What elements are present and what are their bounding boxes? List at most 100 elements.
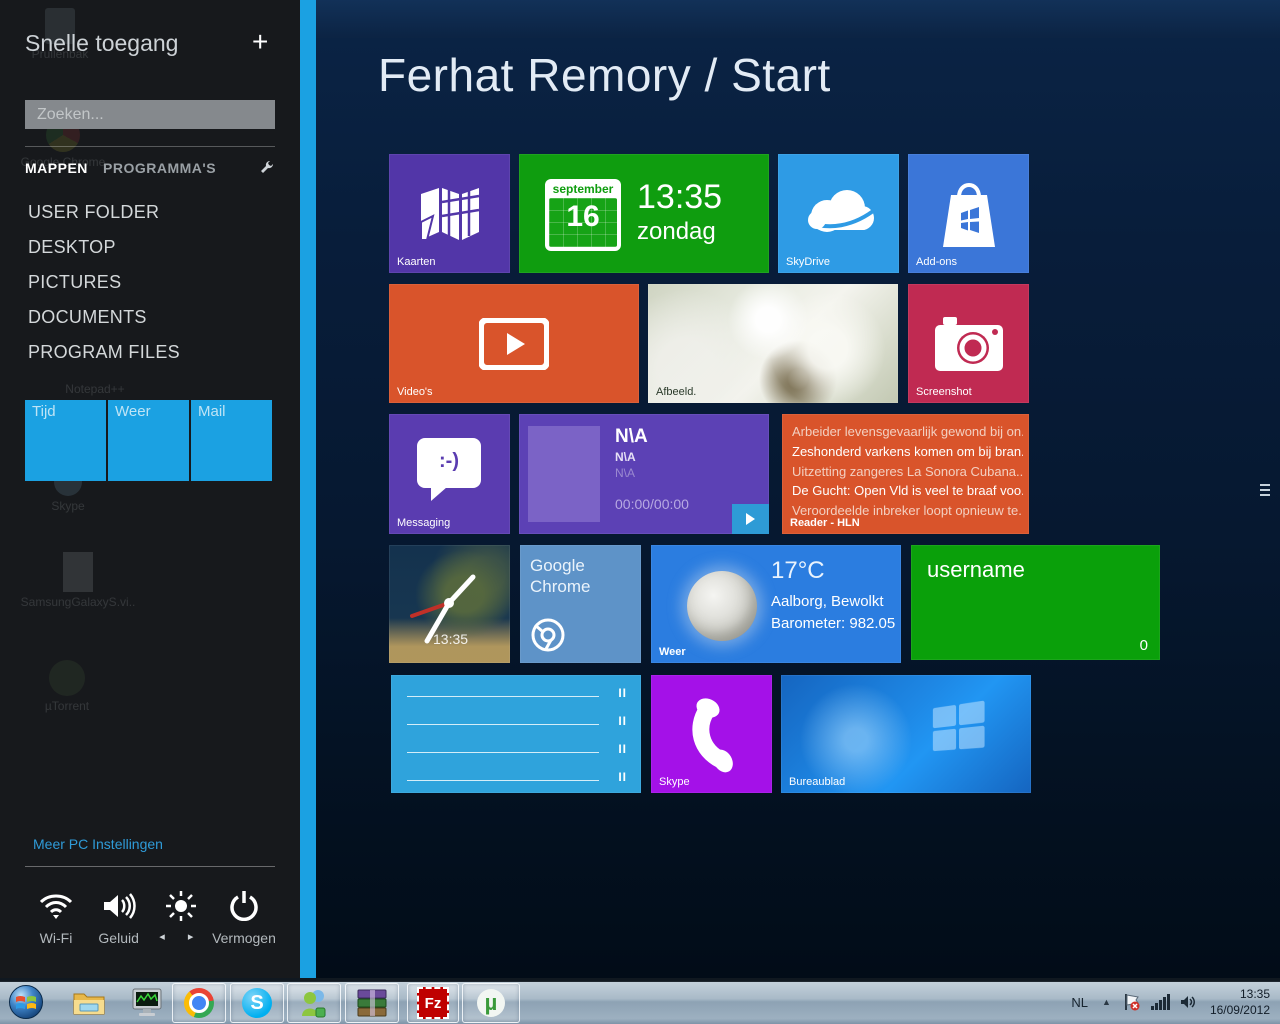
taskbar-chrome-button[interactable]	[172, 983, 226, 1023]
tile-bureaublad[interactable]: Bureaublad	[781, 675, 1031, 793]
progress-line	[407, 696, 599, 697]
more-pc-settings-link[interactable]: Meer PC Instellingen	[33, 836, 163, 852]
pause-icon[interactable]: II	[618, 742, 627, 756]
tile-google-chrome[interactable]: Google Chrome	[520, 545, 641, 663]
language-indicator[interactable]: NL	[1071, 995, 1088, 1010]
music-time: 00:00/00:00	[615, 496, 689, 512]
tray-time: 13:35	[1210, 986, 1270, 1002]
page-title: Ferhat Remory / Start	[378, 48, 831, 102]
news-headlines: Arbeider levensgevaarlijk gewond bij on.…	[792, 422, 1023, 521]
tile-username[interactable]: username 0	[911, 545, 1160, 660]
taskbar-system-monitor-button[interactable]	[124, 983, 170, 1021]
search-input[interactable]	[25, 100, 275, 129]
album-art-placeholder	[528, 426, 600, 522]
quick-access-sidebar: Prullenbak Google Chrome Notepad++ Skype…	[0, 0, 301, 978]
tile-skydrive[interactable]: SkyDrive	[778, 154, 899, 273]
taskbar-skype-button[interactable]: S	[230, 983, 284, 1023]
power-control[interactable]: Vermogen	[213, 888, 275, 946]
sidebar-title: Snelle toegang	[25, 30, 178, 57]
start-button[interactable]	[6, 983, 46, 1021]
start-screen-edge-strip[interactable]	[300, 0, 316, 978]
filezilla-icon: Fz	[417, 987, 449, 1019]
volume-tray-icon[interactable]	[1180, 994, 1196, 1010]
weather-barometer: Barometer: 982.05	[771, 615, 895, 632]
tile-clock[interactable]: 13:35	[389, 545, 510, 663]
hidden-icons-arrow[interactable]: ▲	[1102, 997, 1111, 1007]
messenger-icon	[298, 988, 330, 1018]
brightness-control[interactable]: ◂ ▸	[150, 888, 212, 946]
tile-label: Skype	[659, 776, 690, 788]
weather-temperature: 17°C	[771, 557, 825, 585]
volume-control[interactable]: Geluid	[88, 888, 150, 946]
tile-messaging[interactable]: :-) Messaging	[389, 414, 510, 534]
wifi-icon	[39, 888, 73, 924]
action-center-flag-icon[interactable]	[1123, 993, 1141, 1011]
tile-weer[interactable]: 17°C Aalborg, Bewolkt Barometer: 982.05 …	[651, 545, 901, 663]
mini-tile-weer[interactable]: Weer	[108, 400, 189, 481]
clock-time: 13:35	[433, 631, 468, 647]
tile-afbeeldingen[interactable]: Afbeeld.	[648, 284, 898, 403]
wrench-icon[interactable]	[260, 160, 274, 174]
mini-tile-mail[interactable]: Mail	[191, 400, 272, 481]
taskbar-messenger-button[interactable]	[287, 983, 341, 1023]
pause-icon[interactable]: II	[618, 714, 627, 728]
windows-logo-icon	[933, 702, 988, 752]
pause-icon[interactable]: II	[618, 770, 627, 784]
tile-reader[interactable]: Arbeider levensgevaarlijk gewond bij on.…	[782, 414, 1029, 534]
moon-icon	[687, 571, 757, 641]
splitter-grip-right[interactable]	[1260, 484, 1270, 496]
tile-videos[interactable]: Video's	[389, 284, 639, 403]
clock-tray[interactable]: 13:35 16/09/2012	[1210, 986, 1270, 1018]
pause-icon[interactable]: II	[618, 686, 627, 700]
progress-line	[407, 780, 599, 781]
tile-label: Video's	[397, 386, 433, 398]
sidebar-item-user-folder[interactable]: USER FOLDER	[28, 202, 159, 223]
tile-label: Afbeeld.	[656, 386, 696, 398]
tile-screenshot[interactable]: Screenshot	[908, 284, 1029, 403]
taskbar-utorrent-button[interactable]: µ	[462, 983, 520, 1023]
system-monitor-icon	[130, 987, 164, 1017]
play-button[interactable]	[732, 504, 769, 534]
tile-label: Bureaublad	[789, 776, 845, 788]
progress-line	[407, 752, 599, 753]
tile-label: Add-ons	[916, 256, 957, 268]
brightness-arrows[interactable]: ◂ ▸	[159, 930, 203, 943]
taskbar-winrar-button[interactable]	[345, 983, 399, 1023]
tile-kaarten[interactable]: Kaarten	[389, 154, 510, 273]
headline: De Gucht: Open Vld is veel te braaf voo.…	[792, 481, 1023, 501]
tile-label: Weer	[659, 646, 686, 658]
sidebar-item-pictures[interactable]: PICTURES	[28, 272, 121, 293]
headline: Zeshonderd varkens komen om bij bran...	[792, 442, 1023, 462]
taskbar-explorer-button[interactable]	[66, 983, 112, 1021]
tile-calendar[interactable]: september 16 13:35 zondag	[519, 154, 769, 273]
utorrent-icon: µ	[477, 989, 505, 1017]
brightness-sun-icon	[166, 888, 196, 924]
mini-tile-tijd[interactable]: Tijd	[25, 400, 106, 481]
tile-downloads[interactable]: II II II II	[391, 675, 641, 793]
smiley-text: :-)	[417, 450, 481, 473]
sidebar-item-desktop[interactable]: DESKTOP	[28, 237, 116, 258]
sidebar-item-documents[interactable]: DOCUMENTS	[28, 307, 147, 328]
divider	[25, 146, 275, 147]
taskbar-filezilla-button[interactable]: Fz	[407, 983, 459, 1023]
tab-programmas[interactable]: PROGRAMMA'S	[103, 160, 216, 176]
wifi-control[interactable]: Wi-Fi	[25, 888, 87, 946]
network-signal-icon[interactable]	[1151, 994, 1170, 1010]
speaker-icon	[102, 888, 136, 924]
tab-mappen[interactable]: MAPPEN	[25, 160, 88, 176]
play-icon	[746, 513, 755, 525]
tile-addons[interactable]: Add-ons	[908, 154, 1029, 273]
tile-music[interactable]: N\A N\A N\A 00:00/00:00	[519, 414, 769, 534]
music-title: N\A	[615, 426, 648, 448]
username-count: 0	[1140, 637, 1148, 654]
divider	[25, 866, 275, 867]
tile-skype[interactable]: Skype	[651, 675, 772, 793]
explorer-folder-icon	[72, 988, 106, 1016]
sidebar-item-program-files[interactable]: PROGRAM FILES	[28, 342, 180, 363]
headline: Arbeider levensgevaarlijk gewond bij on.…	[792, 422, 1023, 442]
add-button[interactable]: +	[252, 28, 268, 56]
tile-label: Reader - HLN	[790, 517, 860, 529]
tile-label: Kaarten	[397, 256, 436, 268]
username-text: username	[927, 557, 1025, 583]
calendar-weekday: zondag	[637, 218, 716, 246]
